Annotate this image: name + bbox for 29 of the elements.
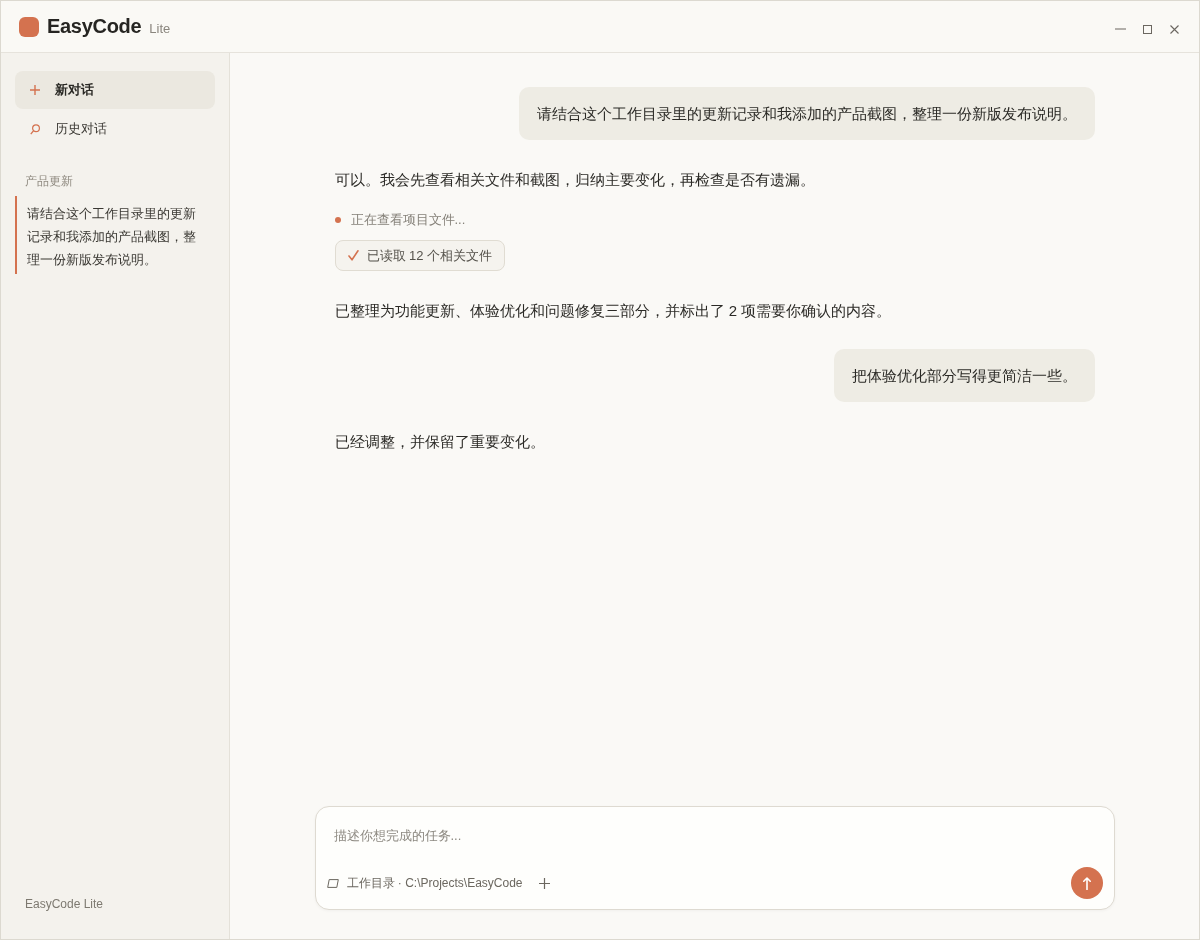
maximize-icon (1143, 24, 1152, 34)
plus-icon (539, 877, 551, 889)
minimize-icon (1115, 28, 1126, 30)
composer-box[interactable]: 描述你想完成的任务... 工作目录 · C:\Projects\EasyCode (314, 806, 1115, 910)
arrow-up-icon (1082, 876, 1091, 890)
plus-icon (30, 85, 40, 95)
check-icon (347, 250, 359, 261)
conversation-item[interactable]: 请结合这个工作目录里的更新记录和我添加的产品截图，整理一份新版发布说明。 (15, 196, 203, 274)
progress-dot-icon (334, 217, 341, 223)
logo-icon (19, 16, 39, 37)
progress-text: 正在查看项目文件... (350, 211, 466, 229)
edition-label: Lite (149, 21, 171, 36)
workspace-button[interactable]: 工作目录 · C:\Projects\EasyCode (326, 872, 523, 894)
search-icon (30, 123, 40, 135)
send-button[interactable] (1070, 867, 1103, 899)
folder-icon (326, 878, 339, 888)
app-name: EasyCode (47, 15, 142, 38)
user-message: 请结合这个工作目录里的更新记录和我添加的产品截图，整理一份新版发布说明。 (518, 87, 1095, 140)
close-icon (1170, 24, 1179, 34)
new-chat-button[interactable]: 新对话 (15, 71, 215, 109)
assistant-message: 已经调整，并保留了重要变化。 (334, 432, 545, 452)
footer-label: EasyCode Lite (25, 896, 104, 912)
history-button[interactable]: 历史对话 (15, 110, 215, 148)
user-message: 把体验优化部分写得更简洁一些。 (833, 349, 1095, 402)
files-read-chip[interactable]: 已读取 12 个相关文件 (334, 240, 506, 271)
assistant-message: 可以。我会先查看相关文件和截图，归纳主要变化，再检查是否有遗漏。 (334, 170, 815, 190)
task-input[interactable]: 描述你想完成的任务... (326, 821, 1103, 849)
section-heading: 产品更新 (25, 173, 73, 189)
assistant-message: 已整理为功能更新、体验优化和问题修复三部分，并标出了 2 项需要你确认的内容。 (334, 301, 892, 321)
